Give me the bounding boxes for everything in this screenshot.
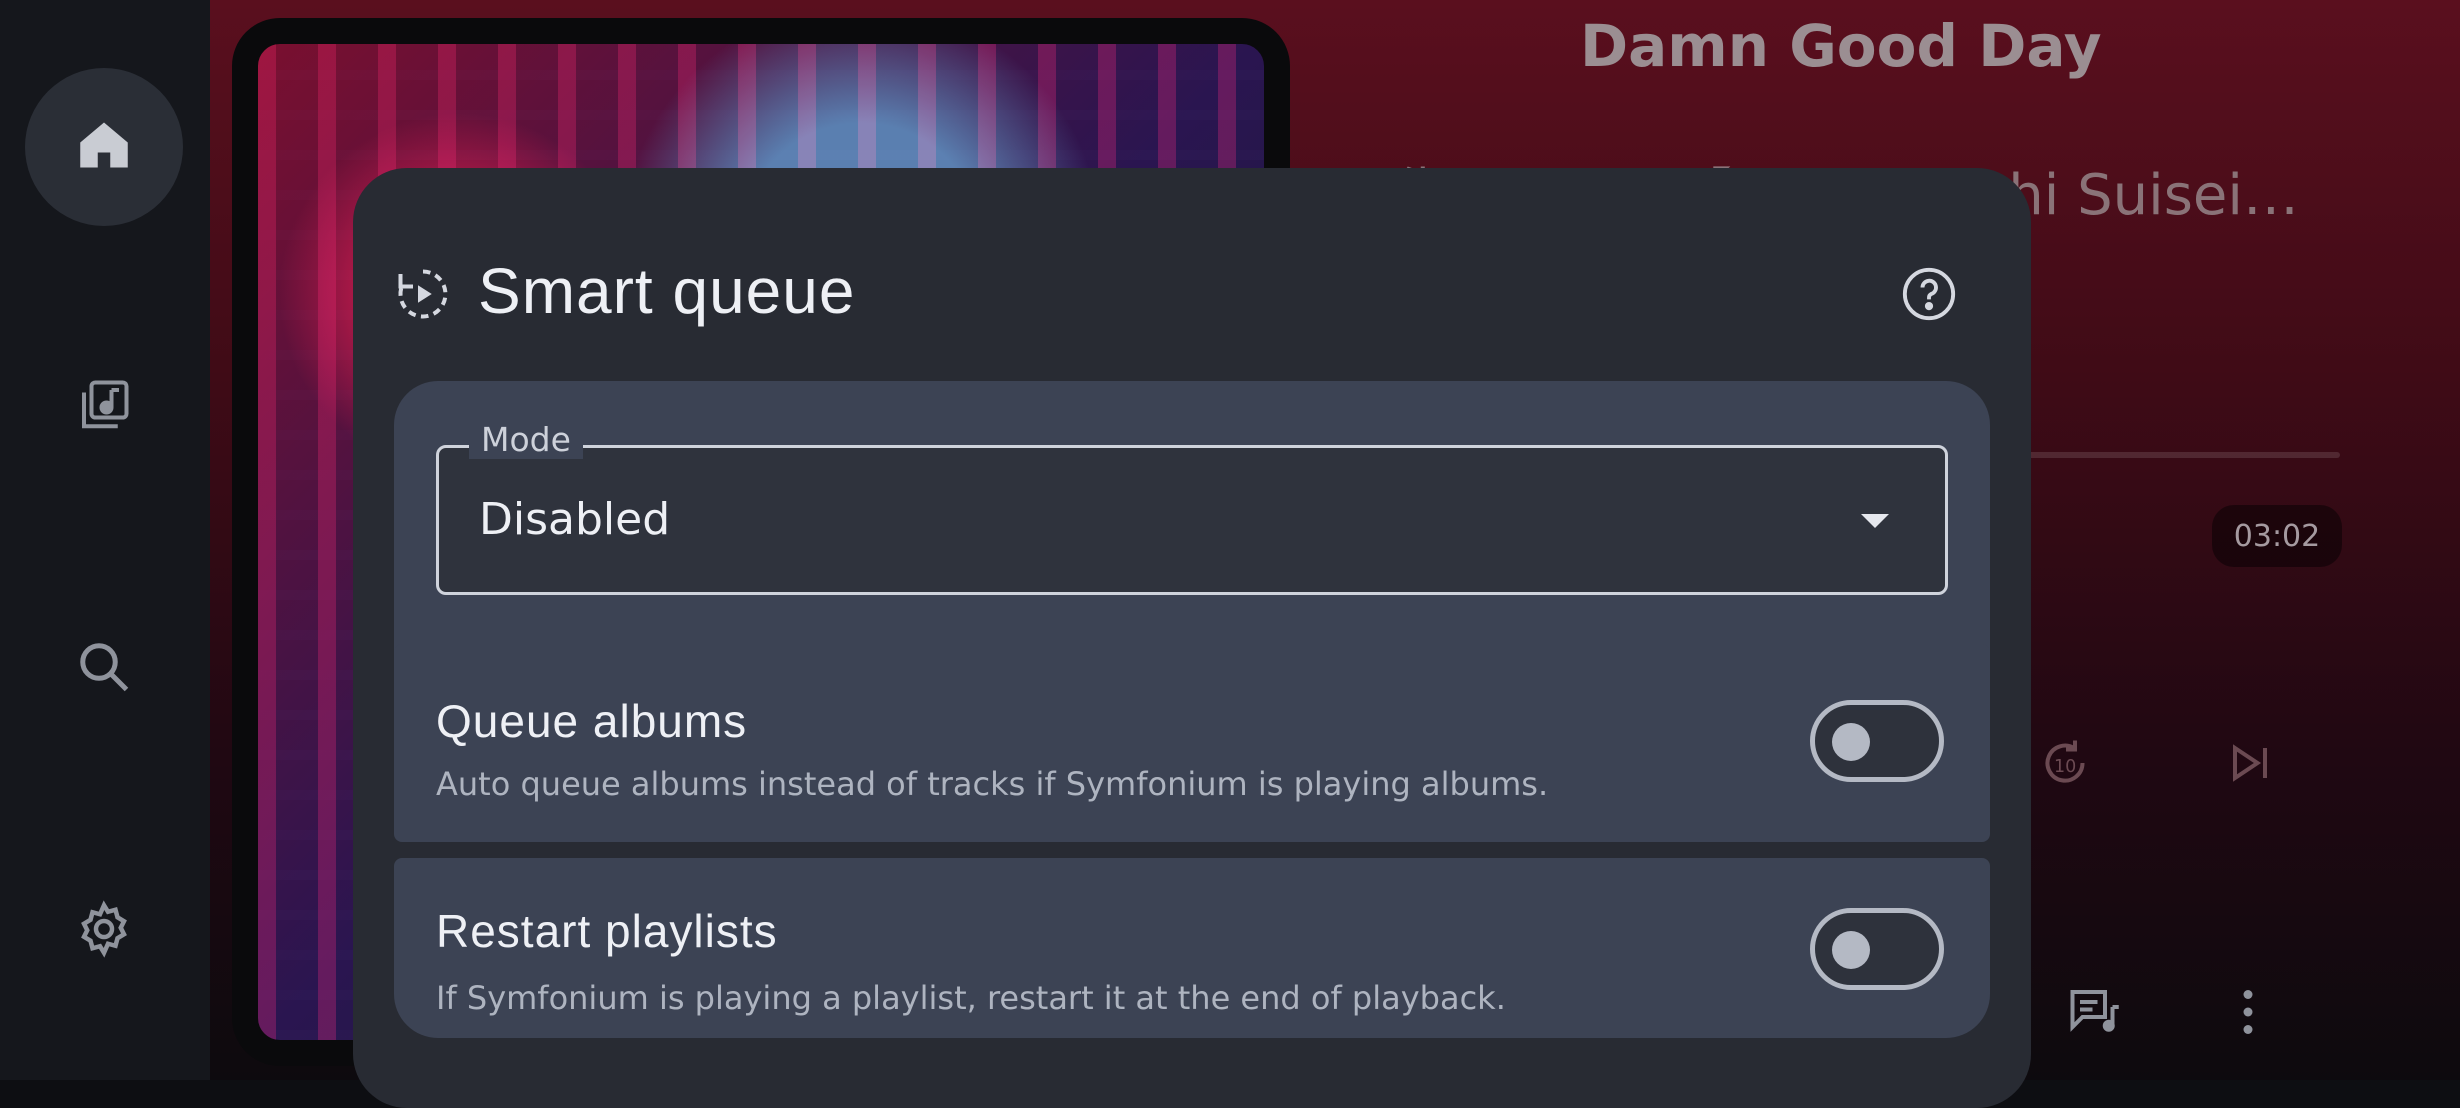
restart-playlists-toggle[interactable]	[1810, 908, 1944, 990]
lyrics-icon[interactable]	[2065, 982, 2125, 1042]
navigation-rail	[0, 0, 210, 1080]
queue-albums-title: Queue albums	[436, 695, 748, 747]
mode-value: Disabled	[479, 494, 671, 545]
music-library-icon	[74, 375, 134, 439]
queue-albums-toggle[interactable]	[1810, 700, 1944, 782]
mode-dropdown[interactable]: Mode Disabled	[436, 420, 1948, 595]
dialog-title: Smart queue	[478, 255, 856, 327]
gear-icon	[74, 899, 134, 963]
svg-text:10: 10	[2054, 757, 2076, 777]
toggle-knob	[1832, 723, 1870, 761]
track-title: Damn Good Day	[1580, 12, 2102, 80]
restart-playlists-description: If Symfonium is playing a playlist, rest…	[436, 979, 1506, 1017]
smart-queue-icon	[393, 264, 453, 324]
nav-search-button[interactable]	[25, 590, 183, 748]
help-icon	[1900, 265, 1958, 327]
skip-next-icon[interactable]	[2220, 733, 2280, 793]
nav-settings-button[interactable]	[25, 852, 183, 1010]
home-icon	[74, 115, 134, 179]
dropdown-arrow-icon	[1861, 514, 1889, 528]
nav-library-button[interactable]	[25, 328, 183, 486]
nav-home-button[interactable]	[25, 68, 183, 226]
queue-albums-description: Auto queue albums instead of tracks if S…	[436, 765, 1549, 803]
help-button[interactable]	[1893, 260, 1965, 332]
more-options-icon[interactable]	[2218, 982, 2278, 1042]
restart-playlists-title: Restart playlists	[436, 905, 778, 957]
mode-label: Mode	[469, 420, 583, 459]
smart-queue-dialog: Smart queue Mode Disabled Queue albums A…	[353, 168, 2031, 1108]
restart-playlists-row[interactable]: Restart playlists If Symfonium is playin…	[394, 858, 1990, 1038]
queue-albums-row[interactable]: Queue albums Auto queue albums instead o…	[394, 644, 1990, 842]
toggle-knob	[1832, 931, 1870, 969]
track-duration: 03:02	[2212, 505, 2342, 567]
forward-10-icon[interactable]: 10	[2035, 733, 2095, 793]
search-icon	[74, 637, 134, 701]
